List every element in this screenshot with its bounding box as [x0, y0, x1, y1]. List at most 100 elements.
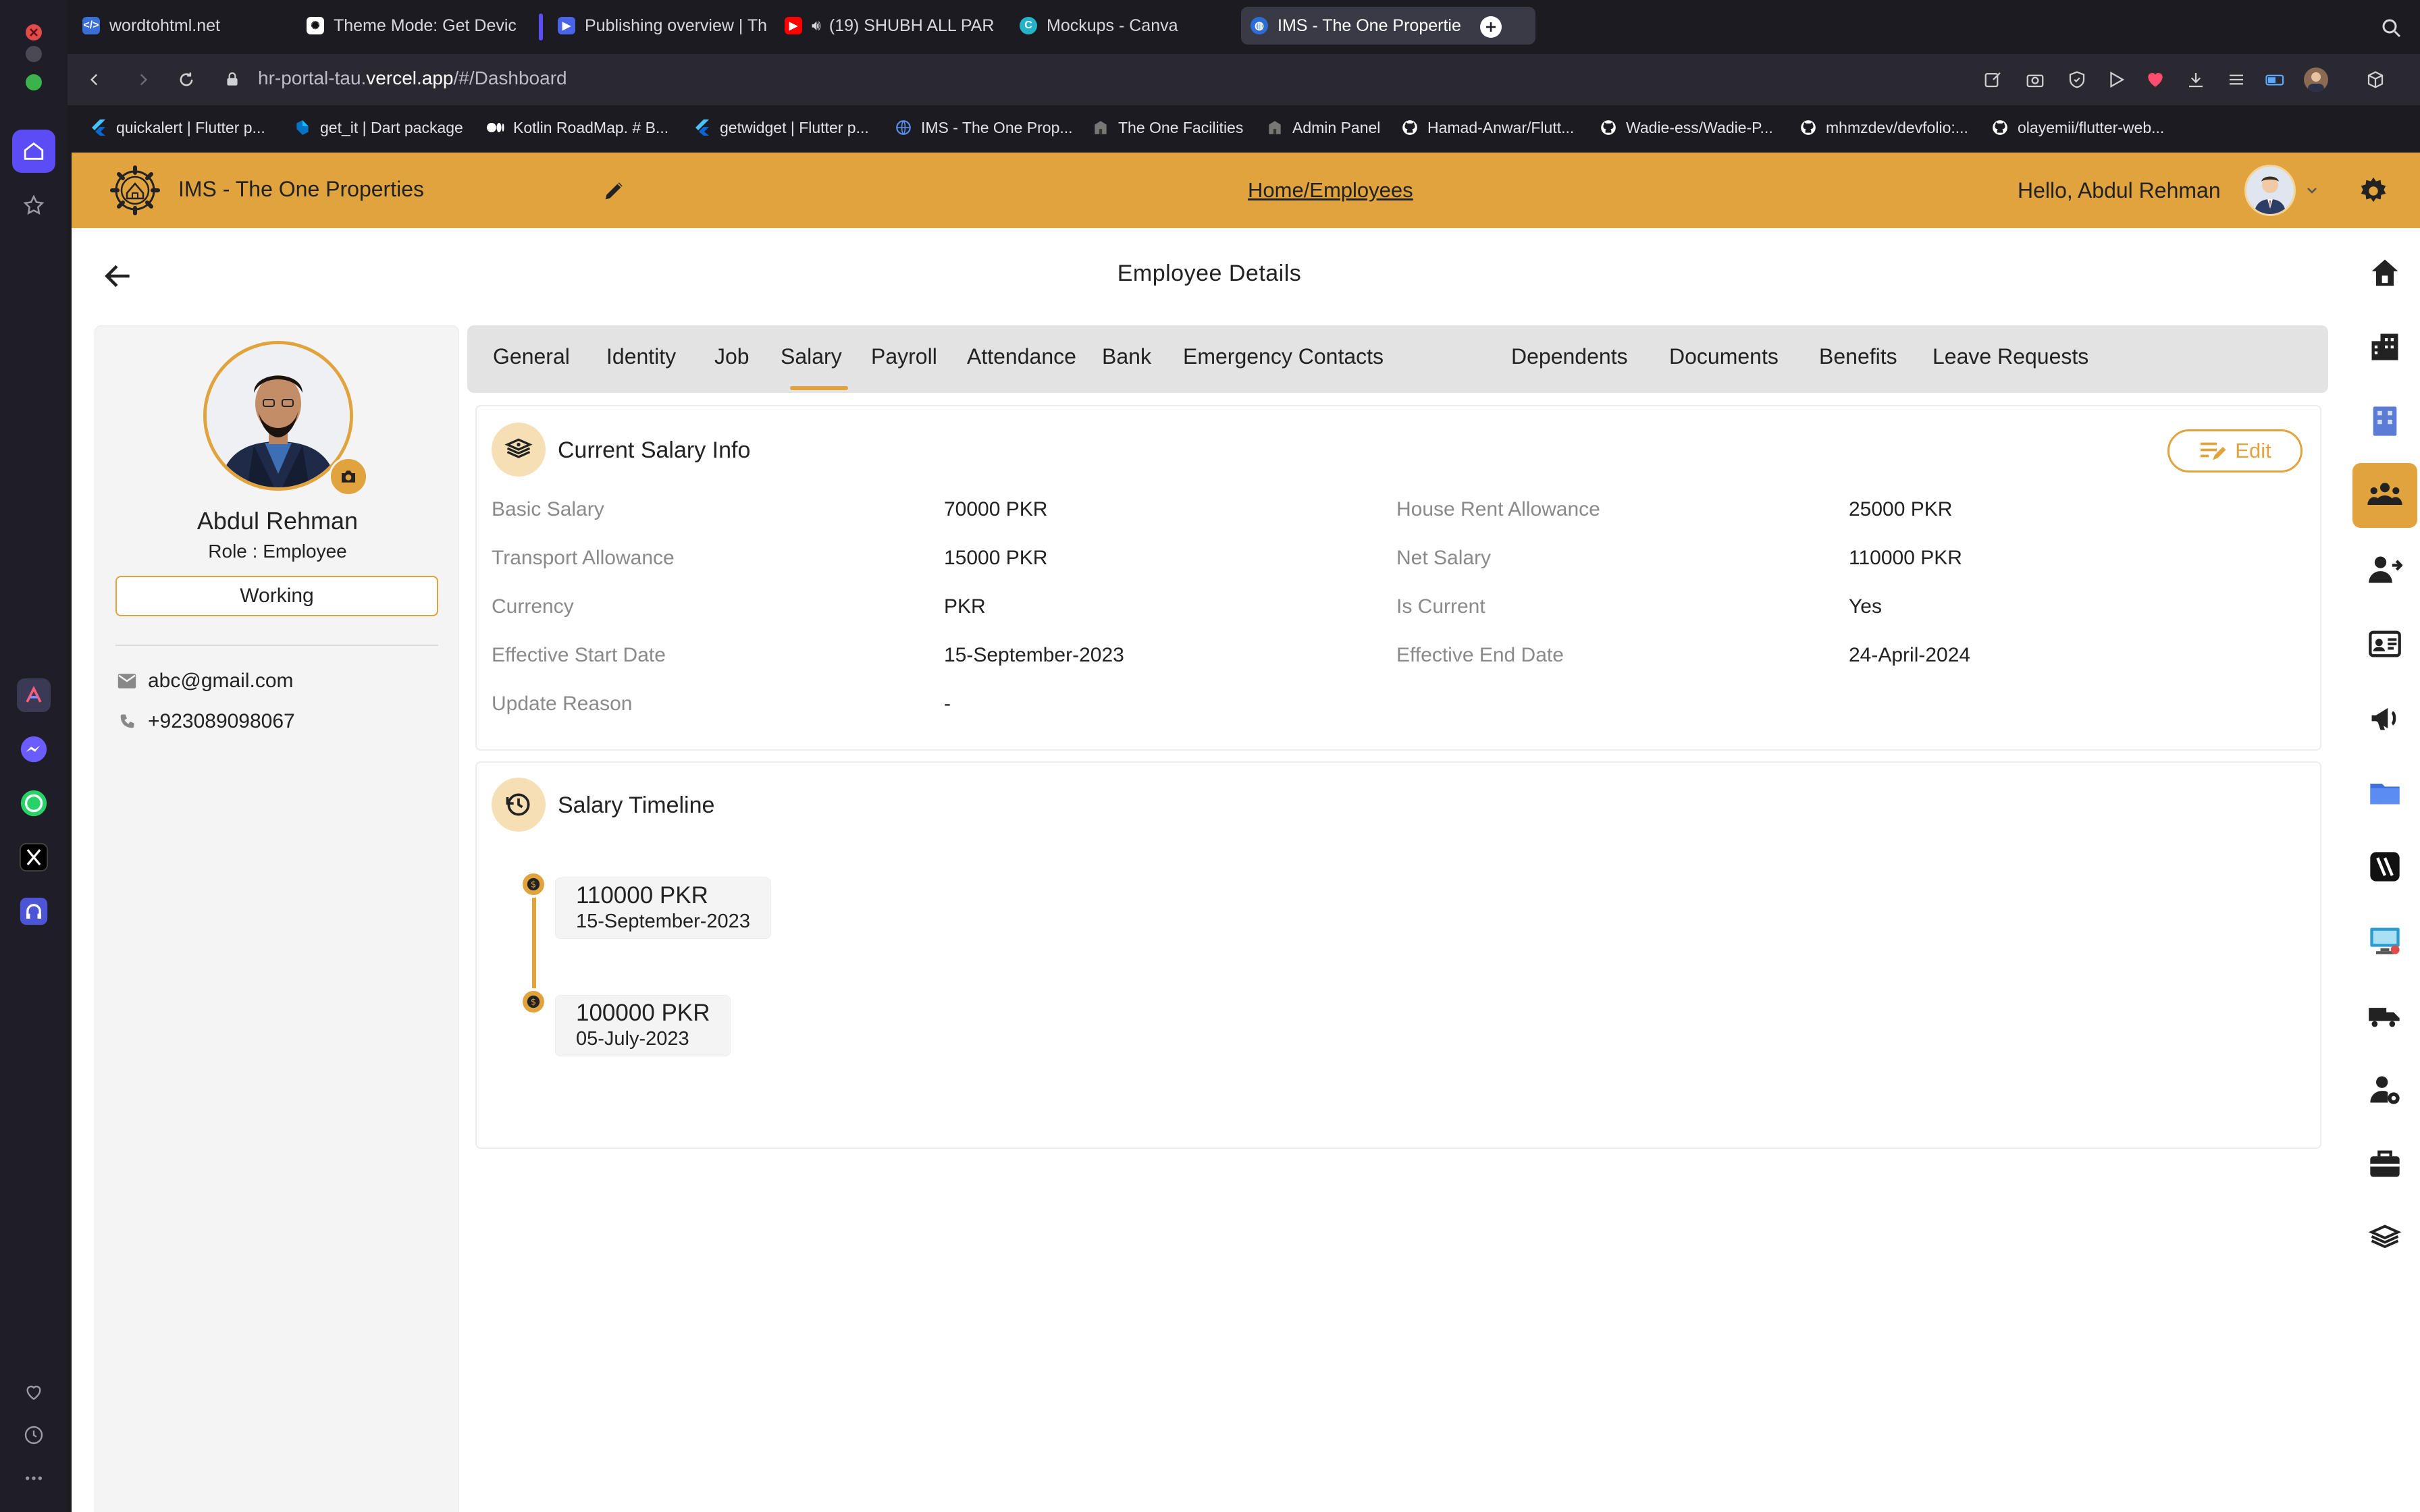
github-icon [1991, 118, 2009, 137]
rail-delivery[interactable] [2352, 983, 2417, 1048]
dollar-icon: $ [520, 988, 547, 1015]
phone-icon [115, 710, 138, 733]
tab-general[interactable]: General [493, 344, 570, 369]
browser-tab[interactable]: ✺ Theme Mode: Get Devic [297, 7, 520, 45]
adblock-button[interactable] [2065, 68, 2089, 92]
rail-tenants[interactable] [2352, 537, 2417, 602]
field-label: Update Reason [492, 693, 633, 715]
chevron-down-icon[interactable] [2303, 182, 2321, 198]
megaphone-icon [2371, 707, 2396, 730]
globe-icon [894, 118, 913, 137]
rail-announcements[interactable] [2352, 686, 2417, 751]
close-window-button[interactable] [26, 24, 42, 40]
new-tab-button[interactable] [1480, 16, 1502, 38]
edit-page-button[interactable] [1981, 68, 2005, 92]
tab-leave-requests[interactable]: Leave Requests [1932, 344, 2088, 369]
tab-dependents[interactable]: Dependents [1511, 344, 1628, 369]
bookmark[interactable]: Wadie-ess/Wadie-P... [1599, 116, 1773, 139]
bookmark[interactable]: IMS - The One Prop... [894, 116, 1073, 139]
tab-salary[interactable]: Salary [781, 344, 842, 369]
tab-attendance[interactable]: Attendance [967, 344, 1076, 369]
sidebar-app-x[interactable] [12, 836, 55, 879]
rail-user-settings[interactable] [2352, 1057, 2417, 1122]
bookmark[interactable]: Kotlin RoadMap. # B... [486, 116, 668, 139]
tab-benefits[interactable]: Benefits [1819, 344, 1897, 369]
browser-address-bar: hr-portal-tau.vercel.app/#/Dashboard [68, 54, 2420, 105]
bookmark[interactable]: Admin Panel [1265, 116, 1380, 139]
theme-settings-button[interactable] [2358, 176, 2389, 207]
back-button[interactable] [81, 66, 108, 93]
bookmark[interactable]: The One Facilities [1091, 116, 1243, 139]
rail-office[interactable] [2352, 389, 2417, 454]
url-input[interactable]: hr-portal-tau.vercel.app/#/Dashboard [258, 68, 567, 89]
web-app: IMS - The One Properties Home/Employees … [72, 153, 2420, 1512]
field-value: PKR [944, 595, 986, 618]
user-avatar[interactable] [2244, 165, 2296, 216]
forward-button[interactable] [130, 66, 157, 93]
rail-payroll[interactable] [2352, 1206, 2417, 1270]
sidebar-app-aria[interactable] [12, 674, 55, 717]
timeline-entry: 100000 PKR 05-July-2023 [555, 995, 731, 1056]
aria-icon [17, 678, 51, 712]
maximize-window-button[interactable] [26, 74, 42, 90]
browser-tab[interactable]: ▶ Publishing overview | Th [548, 7, 774, 45]
minimize-window-button[interactable] [26, 46, 42, 62]
favorites-button[interactable] [2143, 68, 2167, 92]
card-title: Salary Timeline [558, 792, 715, 818]
bookmark[interactable]: Hamad-Anwar/Flutt... [1400, 116, 1574, 139]
player-button[interactable] [2104, 68, 2128, 92]
easy-setup-button[interactable] [2224, 68, 2248, 92]
sidebar-star-button[interactable] [12, 184, 55, 227]
sidebar-app-music[interactable] [12, 890, 55, 933]
sidebar-app-messenger[interactable] [12, 728, 55, 771]
screenshot-button[interactable] [2023, 68, 2047, 92]
profile-button[interactable] [2304, 68, 2328, 92]
rail-files[interactable] [2352, 760, 2417, 825]
sidebar-more-button[interactable] [12, 1457, 55, 1500]
tab-payroll[interactable]: Payroll [871, 344, 937, 369]
bookmark[interactable]: get_it | Dart package [293, 116, 463, 139]
reload-button[interactable] [173, 66, 200, 93]
extensions-button[interactable] [2363, 68, 2388, 92]
change-photo-button[interactable] [329, 457, 368, 496]
edit-salary-button[interactable]: Edit [2167, 429, 2303, 473]
rail-home[interactable] [2352, 240, 2417, 305]
canva-icon: C [1020, 17, 1037, 34]
download-icon [2189, 73, 2203, 88]
sidebar-home-button[interactable] [12, 130, 55, 173]
edit-note-icon [2201, 442, 2226, 460]
tab-emergency-contacts[interactable]: Emergency Contacts [1183, 344, 1384, 369]
bookmark[interactable]: getwidget | Flutter p... [693, 116, 869, 139]
tab-search-button[interactable] [2379, 16, 2404, 40]
downloads-button[interactable] [2184, 68, 2208, 92]
tab-documents[interactable]: Documents [1669, 344, 1779, 369]
tab-identity[interactable]: Identity [606, 344, 676, 369]
browser-tab[interactable]: ▶ 🔊︎ (19) SHUBH ALL PAR [775, 7, 1005, 45]
rail-id-cards[interactable] [2352, 612, 2417, 676]
field-label: Is Current [1396, 595, 1485, 618]
bookmark[interactable]: quickalert | Flutter p... [89, 116, 265, 139]
sidebar-heart-button[interactable] [12, 1370, 55, 1413]
sliders-icon [2230, 74, 2243, 85]
rail-jobs[interactable] [2352, 1131, 2417, 1196]
browser-tab[interactable]: C Mockups - Canva [1010, 7, 1236, 45]
sidebar-app-whatsapp[interactable] [12, 782, 55, 825]
clock-icon [24, 1426, 43, 1444]
bookmark[interactable]: olayemii/flutter-web... [1991, 116, 2164, 139]
rail-assets[interactable] [2352, 909, 2417, 973]
tab-bank[interactable]: Bank [1102, 344, 1151, 369]
breadcrumb[interactable]: Home/Employees [1248, 178, 1413, 202]
battery-saver-button[interactable] [2263, 68, 2288, 92]
rail-vendors[interactable] [2352, 834, 2417, 899]
email-text[interactable]: abc@gmail.com [148, 670, 294, 693]
edit-title-button[interactable] [601, 177, 628, 204]
phone-text[interactable]: +923089098067 [148, 710, 295, 733]
building-icon [1265, 118, 1284, 137]
bookmark[interactable]: mhmzdev/devfolio:... [1799, 116, 1968, 139]
rail-properties[interactable] [2352, 315, 2417, 379]
sidebar-history-button[interactable] [12, 1413, 55, 1457]
rail-employees[interactable] [2352, 463, 2417, 528]
browser-tab[interactable]: </> wordtohtml.net [73, 7, 290, 45]
tab-job[interactable]: Job [714, 344, 749, 369]
pencil-square-icon [1984, 72, 2001, 88]
